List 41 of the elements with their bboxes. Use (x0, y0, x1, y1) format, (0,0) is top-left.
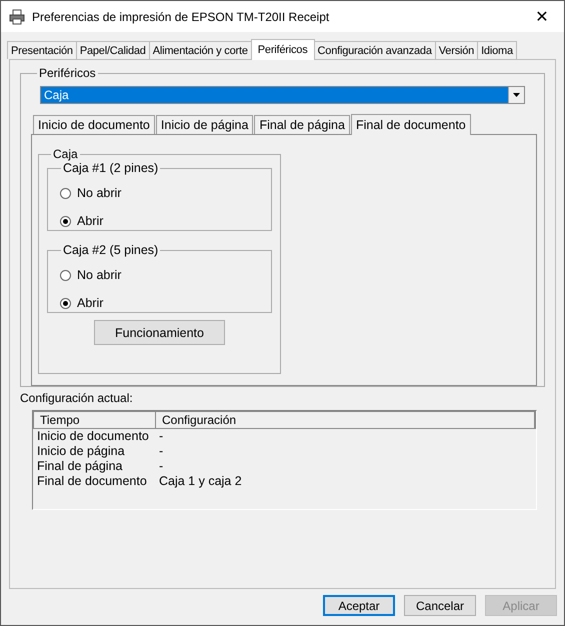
operation-button[interactable]: Funcionamiento (94, 320, 225, 345)
section-label: Configuración actual: (20, 391, 134, 405)
tab[interactable]: Papel/Calidad (76, 41, 150, 59)
table-cell-text: - (158, 444, 164, 459)
table-cell-text: - (158, 459, 164, 474)
table-cell-text: - (158, 429, 164, 444)
tab[interactable]: Periféricos (250, 39, 315, 60)
radio-label[interactable]: No abrir (77, 186, 122, 200)
printer-icon (9, 8, 25, 24)
tab[interactable]: Inicio de documento (33, 115, 155, 134)
column-header[interactable]: Tiempo (34, 412, 156, 428)
table-cell-text: Caja 1 y caja 2 (158, 474, 242, 489)
window-title: Preferencias de impresión de EPSON TM-T20II Receipt (32, 10, 330, 24)
dialog-button[interactable]: Aceptar (323, 595, 395, 616)
table-cell-text: Inicio de documento (36, 429, 150, 444)
dropdown-arrow-icon (513, 93, 520, 97)
group-label: Periféricos (38, 66, 97, 80)
group-label: Caja #2 (5 pines) (62, 243, 160, 257)
tab[interactable]: Final de página (254, 115, 350, 134)
group-label: Caja (52, 147, 79, 161)
radio-label[interactable]: Abrir (77, 214, 104, 228)
column-header[interactable]: Configuración (156, 412, 236, 428)
radio-button[interactable] (60, 270, 71, 280)
tab[interactable]: Inicio de página (156, 115, 254, 134)
tab[interactable]: Configuración avanzada (314, 41, 436, 59)
dialog-button[interactable]: Cancelar (404, 595, 476, 616)
close-button[interactable]: ✕ (520, 2, 564, 32)
radio-label[interactable]: No abrir (77, 268, 122, 282)
radio-button[interactable] (60, 188, 71, 198)
table-cell-text: Final de página (36, 459, 124, 474)
tab[interactable]: Final de documento (350, 114, 471, 135)
table-cell-text: Final de documento (36, 474, 148, 489)
peripheral-dropdown[interactable]: Caja (40, 86, 525, 104)
tab[interactable]: Idioma (477, 41, 517, 59)
tab[interactable]: Presentación (7, 41, 77, 59)
table-cell-text: Inicio de página (36, 444, 126, 459)
tab[interactable]: Alimentación y corte (148, 41, 252, 59)
radio-label[interactable]: Abrir (77, 296, 104, 310)
group-label: Caja #1 (2 pines) (62, 161, 160, 175)
radio-button[interactable] (60, 216, 71, 226)
radio-button[interactable] (60, 298, 71, 308)
